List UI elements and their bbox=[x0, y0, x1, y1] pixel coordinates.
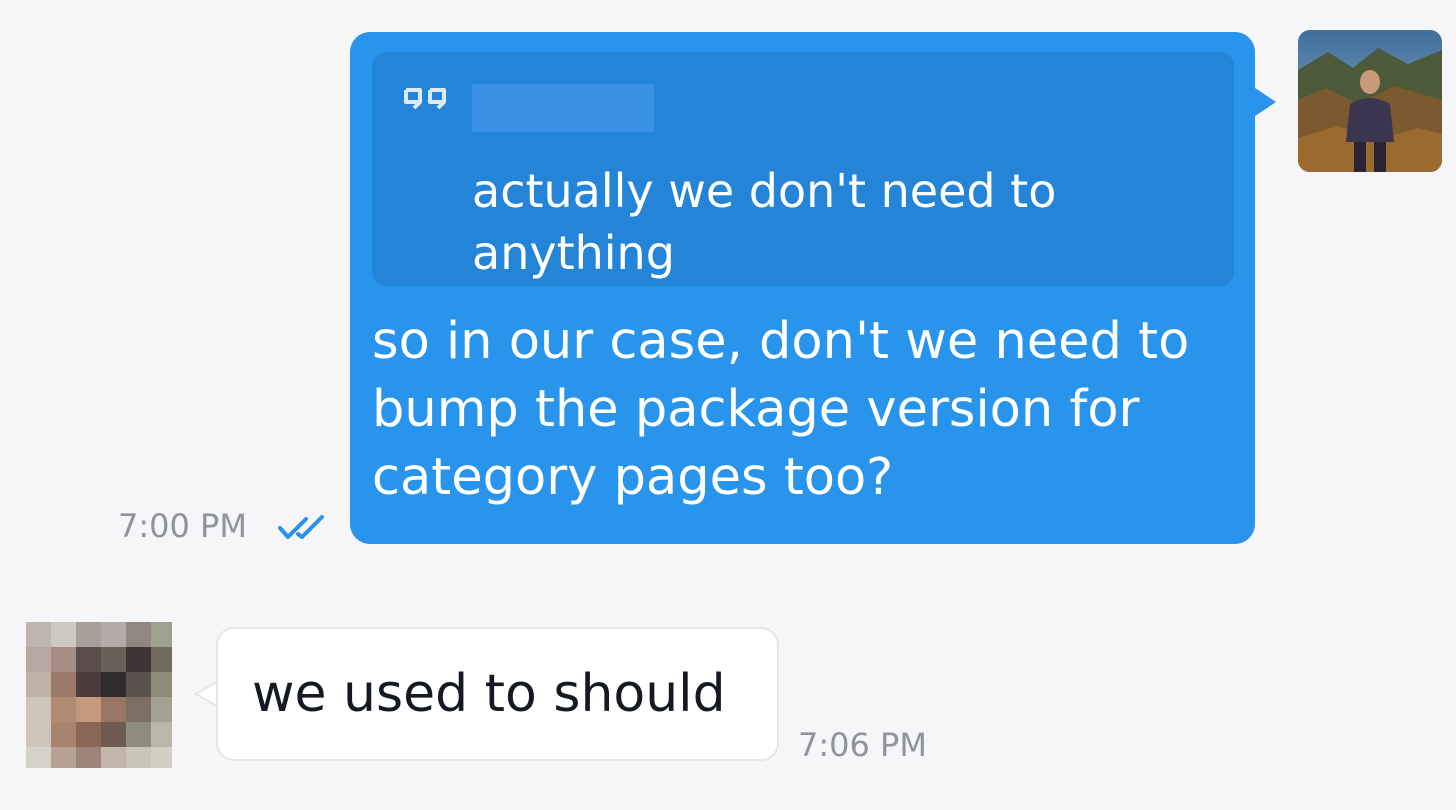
quote-icon bbox=[404, 88, 446, 110]
double-check-icon bbox=[278, 515, 324, 539]
quote-author-redacted bbox=[472, 84, 654, 132]
incoming-message-bubble[interactable]: we used to should bbox=[216, 627, 779, 761]
avatar-photo-pixelated bbox=[26, 622, 172, 768]
outgoing-message-text: so in our case, don't we need to bump th… bbox=[372, 312, 1190, 507]
outgoing-bubble-tail bbox=[1252, 86, 1276, 118]
avatar-photo bbox=[1298, 30, 1442, 172]
incoming-message-time: 7:06 PM bbox=[798, 726, 927, 764]
contact-avatar[interactable] bbox=[26, 622, 172, 768]
outgoing-message-time: 7:00 PM bbox=[118, 507, 247, 545]
quoted-message-text: actually we don't need to anything bbox=[472, 164, 1057, 280]
outgoing-message-bubble[interactable]: actually we don't need to anything so in… bbox=[350, 32, 1255, 544]
quoted-message[interactable]: actually we don't need to anything bbox=[372, 52, 1234, 286]
incoming-message-text: we used to should bbox=[252, 664, 726, 724]
my-avatar[interactable] bbox=[1298, 30, 1442, 172]
